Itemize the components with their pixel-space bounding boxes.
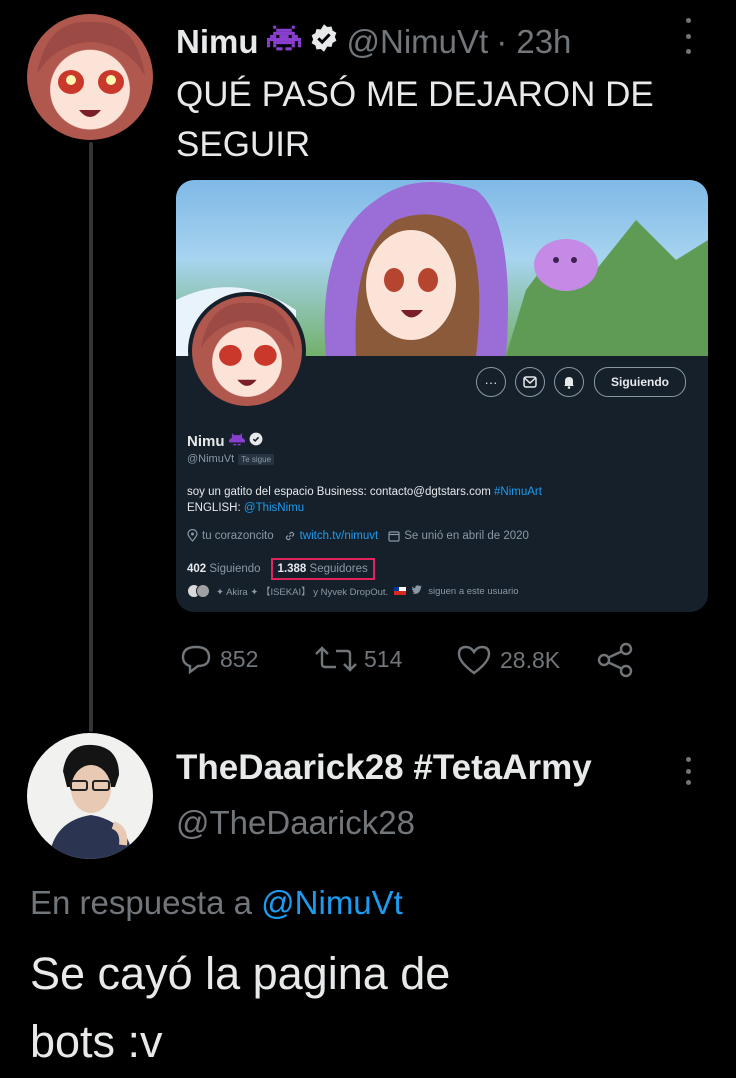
- website-link[interactable]: twitch.tv/nimuvt: [300, 530, 379, 542]
- followed-by-suffix: siguen a este usuario: [428, 585, 519, 597]
- alien-monster-emoji-icon: [228, 433, 245, 450]
- reply-icon: [181, 645, 211, 674]
- author-handle[interactable]: @NimuVt: [347, 23, 489, 61]
- joined-item: Se unió en abril de 2020: [388, 530, 529, 542]
- reply-text-line: Se cayó la pagina de: [30, 948, 451, 999]
- profile-bio: soy un gatito del espacio Business: cont…: [187, 484, 542, 516]
- calendar-icon: [388, 530, 400, 542]
- chile-flag-icon: [394, 587, 407, 595]
- reply-author-name[interactable]: TheDaarick28 #TetaArmy: [176, 748, 592, 787]
- bio-mention-link[interactable]: @ThisNimu: [244, 502, 304, 514]
- share-icon: [597, 642, 633, 678]
- follow-counts: 402 Siguiendo 1.388 Seguidores: [187, 558, 375, 580]
- like-icon: [457, 645, 491, 675]
- profile-name: Nimu: [187, 432, 225, 450]
- like-count: 28.8K: [500, 646, 561, 673]
- alien-monster-emoji-icon: [266, 23, 301, 61]
- reply-count: 852: [220, 645, 259, 672]
- bio-text: soy un gatito del espacio Business: cont…: [187, 486, 491, 498]
- author-avatar[interactable]: [27, 14, 153, 140]
- tweet-text-line: QUÉ PASÓ ME DEJARON DE: [176, 75, 654, 114]
- notification-bell-icon[interactable]: [554, 367, 584, 397]
- reply-text: Se cayó la pagina de bots :v: [30, 940, 450, 1076]
- verified-badge-icon: [309, 23, 339, 61]
- bio-hashtag-link[interactable]: #NimuArt: [494, 486, 542, 498]
- twitter-bird-icon: [411, 585, 422, 597]
- followers-highlight-box[interactable]: 1.388 Seguidores: [270, 558, 375, 580]
- bio-line2-label: ENGLISH:: [187, 502, 241, 514]
- joined-text: Se unió en abril de 2020: [404, 529, 529, 542]
- profile-name-row: Nimu: [187, 432, 263, 450]
- followers-label: Seguidores: [309, 563, 368, 575]
- tweet-text: QUÉ PASÓ ME DEJARON DE SEGUIR: [176, 70, 654, 170]
- link-icon: [285, 531, 294, 540]
- verified-badge-icon: [249, 432, 263, 450]
- more-icon[interactable]: [678, 18, 698, 54]
- more-icon[interactable]: [678, 757, 698, 785]
- followed-by-avatars: [187, 584, 210, 598]
- location-icon: [187, 529, 198, 542]
- followed-by-text: ✦ Akira ✦ 【ISEKAI】 y Nyvek DropOut.: [216, 587, 389, 598]
- location-item: tu corazoncito: [187, 529, 274, 542]
- tweet-header: Nimu @NimuVt · 23h: [176, 22, 571, 62]
- reply-author-handle[interactable]: @TheDaarick28: [176, 804, 415, 842]
- embedded-profile-image[interactable]: ··· Siguiendo Nimu @NimuVt Te sigue soy …: [176, 180, 708, 612]
- location-text: tu corazoncito: [202, 529, 274, 542]
- author-name[interactable]: Nimu: [176, 23, 259, 61]
- tweet-text-line: SEGUIR: [176, 125, 311, 164]
- retweet-button[interactable]: 514: [314, 644, 402, 674]
- profile-handle: @NimuVt: [187, 453, 235, 465]
- ellipsis-icon[interactable]: ···: [476, 367, 506, 397]
- retweet-icon: [315, 646, 357, 672]
- replying-to-link[interactable]: @NimuVt: [261, 884, 403, 921]
- profile-avatar[interactable]: [188, 292, 306, 410]
- profile-meta: tu corazoncito twitch.tv/nimuvt Se unió …: [187, 529, 529, 542]
- thread-line: [89, 142, 93, 732]
- followed-by-row: ✦ Akira ✦ 【ISEKAI】 y Nyvek DropOut. sigu…: [187, 584, 519, 598]
- following-button[interactable]: Siguiendo: [594, 367, 686, 397]
- website-item[interactable]: twitch.tv/nimuvt: [284, 530, 379, 542]
- reply-button[interactable]: 852: [180, 644, 258, 674]
- reply-header: TheDaarick28 #TetaArmy: [176, 748, 592, 788]
- tweet-time[interactable]: · 23h: [496, 23, 571, 61]
- follows-you-badge: Te sigue: [238, 453, 275, 465]
- followers-count: 1.388: [277, 563, 307, 575]
- replying-prefix: En respuesta a: [30, 884, 252, 921]
- following-count[interactable]: 402 Siguiendo: [187, 563, 261, 575]
- message-icon[interactable]: [515, 367, 545, 397]
- reply-text-line: bots :v: [30, 1016, 163, 1067]
- reply-author-avatar[interactable]: [27, 733, 153, 859]
- like-button[interactable]: 28.8K: [456, 644, 560, 676]
- replying-to: En respuesta a @NimuVt: [30, 884, 403, 922]
- share-button[interactable]: [596, 642, 634, 683]
- retweet-count: 514: [364, 645, 403, 672]
- profile-handle-row: @NimuVt Te sigue: [187, 453, 275, 465]
